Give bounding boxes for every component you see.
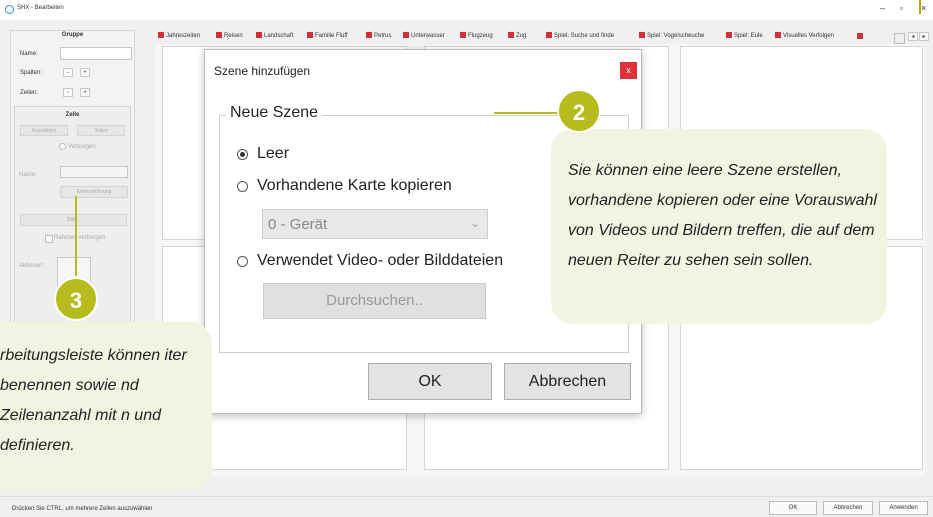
cell-label-button[interactable]: Kennzeichnung <box>60 186 128 198</box>
callout-3-text: rbeitungsleiste können iter benennen sow… <box>0 347 187 454</box>
option-copy-map-label[interactable]: Vorhandene Karte kopieren <box>257 177 452 195</box>
add-tab-button[interactable] <box>857 33 863 39</box>
tab-marker-icon <box>546 32 552 38</box>
app-icon <box>5 5 14 14</box>
minimize-button[interactable]: – <box>880 3 885 13</box>
columns-label: Spalten: <box>20 70 43 76</box>
option-copy-map-radio[interactable] <box>237 181 248 192</box>
map-select-value: 0 - Gerät <box>268 216 328 233</box>
ok-button[interactable]: OK <box>769 501 817 515</box>
tab-label: Reisen <box>224 33 243 39</box>
cancel-button[interactable]: Abbrechen <box>823 501 873 515</box>
dialog-close-button[interactable]: x <box>620 62 637 79</box>
frame-hidden-checkbox[interactable] <box>45 235 53 243</box>
close-window-button[interactable]: × <box>921 3 926 13</box>
tab-vogelscheuche[interactable]: Spiel: Vogelscheuche <box>639 32 704 39</box>
tab-label: Visuelles Verfolgen <box>783 33 834 39</box>
image-button[interactable]: Bild... <box>20 214 127 226</box>
dialog-title: Szene hinzufügen <box>214 64 311 78</box>
browse-button[interactable]: Durchsuchen.. <box>263 283 486 319</box>
tab-marker-icon <box>158 32 164 38</box>
tab-reisen[interactable]: Reisen <box>216 32 243 39</box>
actions-label: Aktionen: <box>19 263 45 269</box>
tab-marker-icon <box>216 32 222 38</box>
tab-label: Unterwasser <box>411 33 445 39</box>
tab-label: Jahreszeiten <box>166 33 201 39</box>
tab-marker-icon <box>726 32 732 38</box>
rows-label: Zeilen: <box>20 90 39 96</box>
split-cell-button[interactable]: Teilen <box>77 125 125 136</box>
tab-landschaft[interactable]: Landschaft <box>256 32 293 39</box>
window-title: SHX - Bearbeiten <box>17 5 64 11</box>
tab-list-icon[interactable] <box>894 33 905 44</box>
group-name-input[interactable] <box>60 47 132 60</box>
tab-marker-icon <box>775 32 781 38</box>
frame-hidden-label[interactable]: Rahmen verbergen <box>54 235 105 241</box>
tab-unterwasser[interactable]: Unterwasser <box>403 32 445 39</box>
tab-label: Spiel: Vogelscheuche <box>647 33 705 39</box>
cell-name-label: Name: <box>19 172 37 178</box>
tab-marker-icon <box>307 32 313 38</box>
columns-minus-button[interactable]: - <box>63 68 73 77</box>
maximize-button[interactable]: ▫ <box>900 3 903 13</box>
option-empty-radio[interactable] <box>237 149 248 160</box>
tab-petrus[interactable]: Petrus <box>366 32 391 39</box>
pointer-line <box>919 0 921 14</box>
cell-header: Zelle <box>65 112 80 118</box>
tab-flugzeug[interactable]: Flugzeug <box>460 32 493 39</box>
tab-suche-und-finde[interactable]: Spiel: Suche und finde <box>546 32 614 39</box>
dialog-cancel-button[interactable]: Abbrechen <box>504 363 631 400</box>
apply-button[interactable]: Anwenden <box>879 501 928 515</box>
tab-label: Landschaft <box>264 33 294 39</box>
group-header: Gruppe <box>61 32 84 38</box>
option-empty-label[interactable]: Leer <box>257 145 289 163</box>
tab-next-button[interactable]: ▸ <box>919 32 929 41</box>
hidden-checkbox-label[interactable]: Verborgen <box>68 144 96 150</box>
tab-label: Zug <box>516 33 527 39</box>
tab-marker-icon <box>639 32 645 38</box>
new-scene-legend: Neue Szene <box>226 104 323 122</box>
group-name-label: Name: <box>20 51 38 57</box>
dialog-ok-button[interactable]: OK <box>368 363 492 400</box>
rows-plus-button[interactable]: + <box>80 88 90 97</box>
tab-prev-button[interactable]: ◂ <box>908 32 918 41</box>
tab-zug[interactable]: Zug <box>508 32 526 39</box>
tab-label: Petrus <box>374 33 392 39</box>
callout-2-text: Sie können eine leere Szene erstellen, v… <box>568 162 877 269</box>
tab-marker-icon <box>366 32 372 38</box>
tab-label: Spiel: Eule <box>734 33 763 39</box>
callout-3-badge: 3 <box>54 277 98 321</box>
hidden-checkbox[interactable] <box>59 143 66 150</box>
callout-2-leader <box>494 112 564 114</box>
tab-label: Familie Fluff <box>315 33 348 39</box>
tab-familie-fluff[interactable]: Familie Fluff <box>307 32 348 39</box>
callout-2-badge: 2 <box>557 89 601 133</box>
status-hint: Drücken Sie CTRL, um mehrere Zellen ausz… <box>12 506 153 512</box>
callout-3-leader <box>75 196 77 276</box>
tab-marker-icon <box>256 32 262 38</box>
tab-jahreszeiten[interactable]: Jahreszeiten <box>158 32 200 39</box>
option-media-label[interactable]: Verwendet Video- oder Bilddateien <box>257 252 503 270</box>
tab-marker-icon <box>403 32 409 38</box>
tab-marker-icon <box>460 32 466 38</box>
rows-minus-button[interactable]: - <box>63 88 73 97</box>
option-media-radio[interactable] <box>237 256 248 267</box>
tab-label: Flugzeug <box>468 33 493 39</box>
tab-label: Spiel: Suche und finde <box>554 33 615 39</box>
cell-name-input[interactable] <box>60 166 128 178</box>
tab-visuelles-verfolgen[interactable]: Visuelles Verfolgen <box>775 32 834 39</box>
select-cell-button[interactable]: Auswählen <box>20 125 68 136</box>
columns-plus-button[interactable]: + <box>80 68 90 77</box>
tab-eule[interactable]: Spiel: Eule <box>726 32 763 39</box>
window-titlebar <box>0 0 933 20</box>
tab-marker-icon <box>508 32 514 38</box>
chevron-down-icon: ⌄ <box>470 216 481 230</box>
